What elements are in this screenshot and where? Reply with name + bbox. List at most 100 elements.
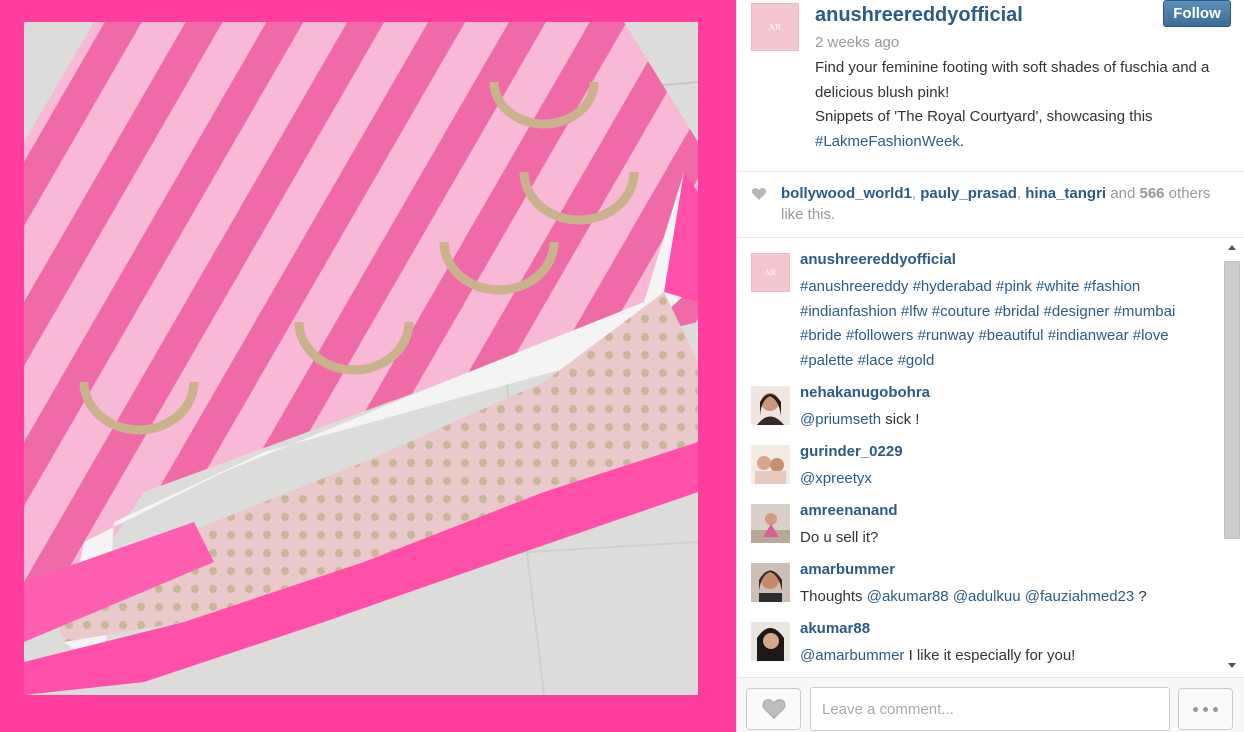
avatar-photo-icon [751, 563, 790, 602]
hashtag-link[interactable]: #pink [996, 278, 1032, 295]
mention-link[interactable]: @adulkuu [953, 588, 1021, 605]
caption-end: . [959, 132, 964, 150]
liker-link[interactable]: pauly_prasad [920, 185, 1017, 202]
comments-list[interactable]: AR anushreereddyofficial #anushreereddy … [737, 239, 1221, 675]
commenter-username[interactable]: akumar88 [800, 620, 870, 637]
comment-body: I like it especially for you! [904, 647, 1076, 664]
hashtag-link[interactable]: #fashion [1084, 278, 1141, 295]
mention-link[interactable]: @priumseth [800, 411, 881, 428]
author-username[interactable]: anushreereddyofficial [815, 4, 1023, 27]
arrow-up-icon[interactable] [1228, 245, 1236, 250]
liker-link[interactable]: bollywood_world1 [781, 185, 912, 202]
caption-hashtag-link[interactable]: #LakmeFashionWeek [815, 133, 960, 150]
heart-icon [751, 188, 767, 200]
hashtag-link[interactable]: #runway [918, 327, 975, 344]
scrollbar-thumb[interactable] [1224, 261, 1240, 539]
comment-text: Do u sell it? [800, 526, 1210, 551]
post-caption: Find your feminine footing with soft sha… [815, 56, 1235, 154]
avatar-photo-icon [751, 445, 790, 484]
follow-button[interactable]: Follow [1163, 0, 1231, 27]
comment-text: @priumseth sick ! [800, 408, 1210, 433]
hashtag-link[interactable]: #lfw [901, 303, 928, 320]
hashtag-link[interactable]: #couture [932, 303, 990, 320]
commenter-username[interactable]: anushreereddyofficial [800, 251, 956, 268]
avatar-photo-icon [751, 622, 790, 661]
comment-body: Thoughts [800, 588, 867, 605]
comment-item: amarbummer Thoughts @akumar88 @adulkuu @… [751, 561, 1221, 616]
hashtag-link[interactable]: #white [1036, 278, 1079, 295]
author-avatar-text: AR [768, 22, 782, 32]
arrow-down-icon[interactable] [1228, 663, 1236, 668]
post-detail-panel: AR anushreereddyofficial 2 weeks ago Fol… [736, 0, 1244, 732]
avatar-photo-icon [751, 504, 790, 543]
caption-text: Snippets of 'The Royal Courtyard', showc… [815, 108, 1153, 125]
comment-item: AR anushreereddyofficial #anushreereddy … [751, 251, 1221, 379]
post-photo[interactable] [24, 22, 698, 695]
comment-item: gurinder_0229 @xpreetyx [751, 443, 1221, 498]
likes-text: bollywood_world1, pauly_prasad, hina_tan… [781, 183, 1231, 225]
hashtag-link[interactable]: #love [1133, 327, 1169, 344]
heart-icon [762, 699, 785, 720]
commenter-avatar[interactable] [751, 445, 790, 484]
hashtag-link[interactable]: #palette [800, 352, 853, 369]
avatar-photo-icon [751, 386, 790, 425]
likes-count[interactable]: 566 [1139, 185, 1164, 202]
comment-body: ? [1134, 588, 1147, 605]
comment-input[interactable] [810, 687, 1170, 731]
photo-frame [0, 0, 736, 732]
author-avatar[interactable]: AR [751, 3, 799, 51]
comments-scrollbar[interactable] [1223, 241, 1241, 675]
likes-section: bollywood_world1, pauly_prasad, hina_tan… [737, 172, 1244, 238]
comment-item: amreenanand Do u sell it? [751, 502, 1221, 557]
mention-link[interactable]: @akumar88 [867, 588, 949, 605]
liker-link[interactable]: hina_tangri [1025, 185, 1106, 202]
likes-sep: , [1016, 185, 1026, 202]
commenter-username[interactable]: amarbummer [800, 561, 895, 578]
likes-and: and [1106, 185, 1140, 202]
hashtag-link[interactable]: #hyderabad [913, 278, 992, 295]
mention-link[interactable]: @fauziahmed23 [1025, 588, 1134, 605]
commenter-avatar-text: AR [764, 268, 777, 277]
commenter-username[interactable]: amreenanand [800, 502, 898, 519]
comment-body: Do u sell it? [800, 529, 879, 546]
comment-body: sick ! [881, 411, 920, 428]
comment-item: akumar88 @amarbummer I like it especiall… [751, 620, 1221, 675]
like-button[interactable] [746, 688, 801, 730]
comment-text: #anushreereddy #hyderabad #pink #white #… [800, 275, 1210, 373]
hashtag-link[interactable]: #anushreereddy [800, 278, 908, 295]
mention-link[interactable]: @amarbummer [800, 647, 904, 664]
comment-item: nehakanugobohra @priumseth sick ! [751, 384, 1221, 439]
commenter-username[interactable]: nehakanugobohra [800, 384, 930, 401]
comment-text: @xpreetyx [800, 467, 1210, 492]
hashtag-link[interactable]: #bride [800, 327, 842, 344]
ellipsis-icon [1203, 706, 1208, 712]
comment-footer [737, 677, 1244, 732]
post-timestamp[interactable]: 2 weeks ago [815, 34, 899, 51]
hashtag-link[interactable]: #bridal [994, 303, 1039, 320]
hashtag-link[interactable]: #beautiful [978, 327, 1043, 344]
hashtag-link[interactable]: #gold [898, 352, 935, 369]
hashtag-link[interactable]: #indianfashion [800, 303, 897, 320]
caption-line-2: Snippets of 'The Royal Courtyard', showc… [815, 105, 1235, 154]
hashtag-link[interactable]: #designer [1044, 303, 1110, 320]
hashtag-link[interactable]: #followers [846, 327, 914, 344]
commenter-username[interactable]: gurinder_0229 [800, 443, 903, 460]
comment-text: @amarbummer I like it especially for you… [800, 644, 1210, 669]
commenter-avatar[interactable] [751, 504, 790, 543]
lehenga-photo-illustration [24, 22, 698, 695]
hashtag-link[interactable]: #lace [858, 352, 894, 369]
ellipsis-icon [1213, 706, 1218, 712]
hashtag-link[interactable]: #mumbai [1114, 303, 1176, 320]
commenter-avatar[interactable] [751, 622, 790, 661]
likes-sep: , [911, 185, 921, 202]
hashtag-link[interactable]: #indianwear [1048, 327, 1129, 344]
more-options-button[interactable] [1178, 688, 1233, 730]
commenter-avatar[interactable] [751, 386, 790, 425]
ellipsis-icon [1193, 706, 1198, 712]
caption-line-1: Find your feminine footing with soft sha… [815, 59, 1210, 101]
post-header: AR anushreereddyofficial 2 weeks ago Fol… [737, 0, 1244, 172]
commenter-avatar[interactable] [751, 563, 790, 602]
comment-text: Thoughts @akumar88 @adulkuu @fauziahmed2… [800, 585, 1210, 610]
mention-link[interactable]: @xpreetyx [800, 470, 872, 487]
commenter-avatar[interactable]: AR [751, 253, 790, 292]
